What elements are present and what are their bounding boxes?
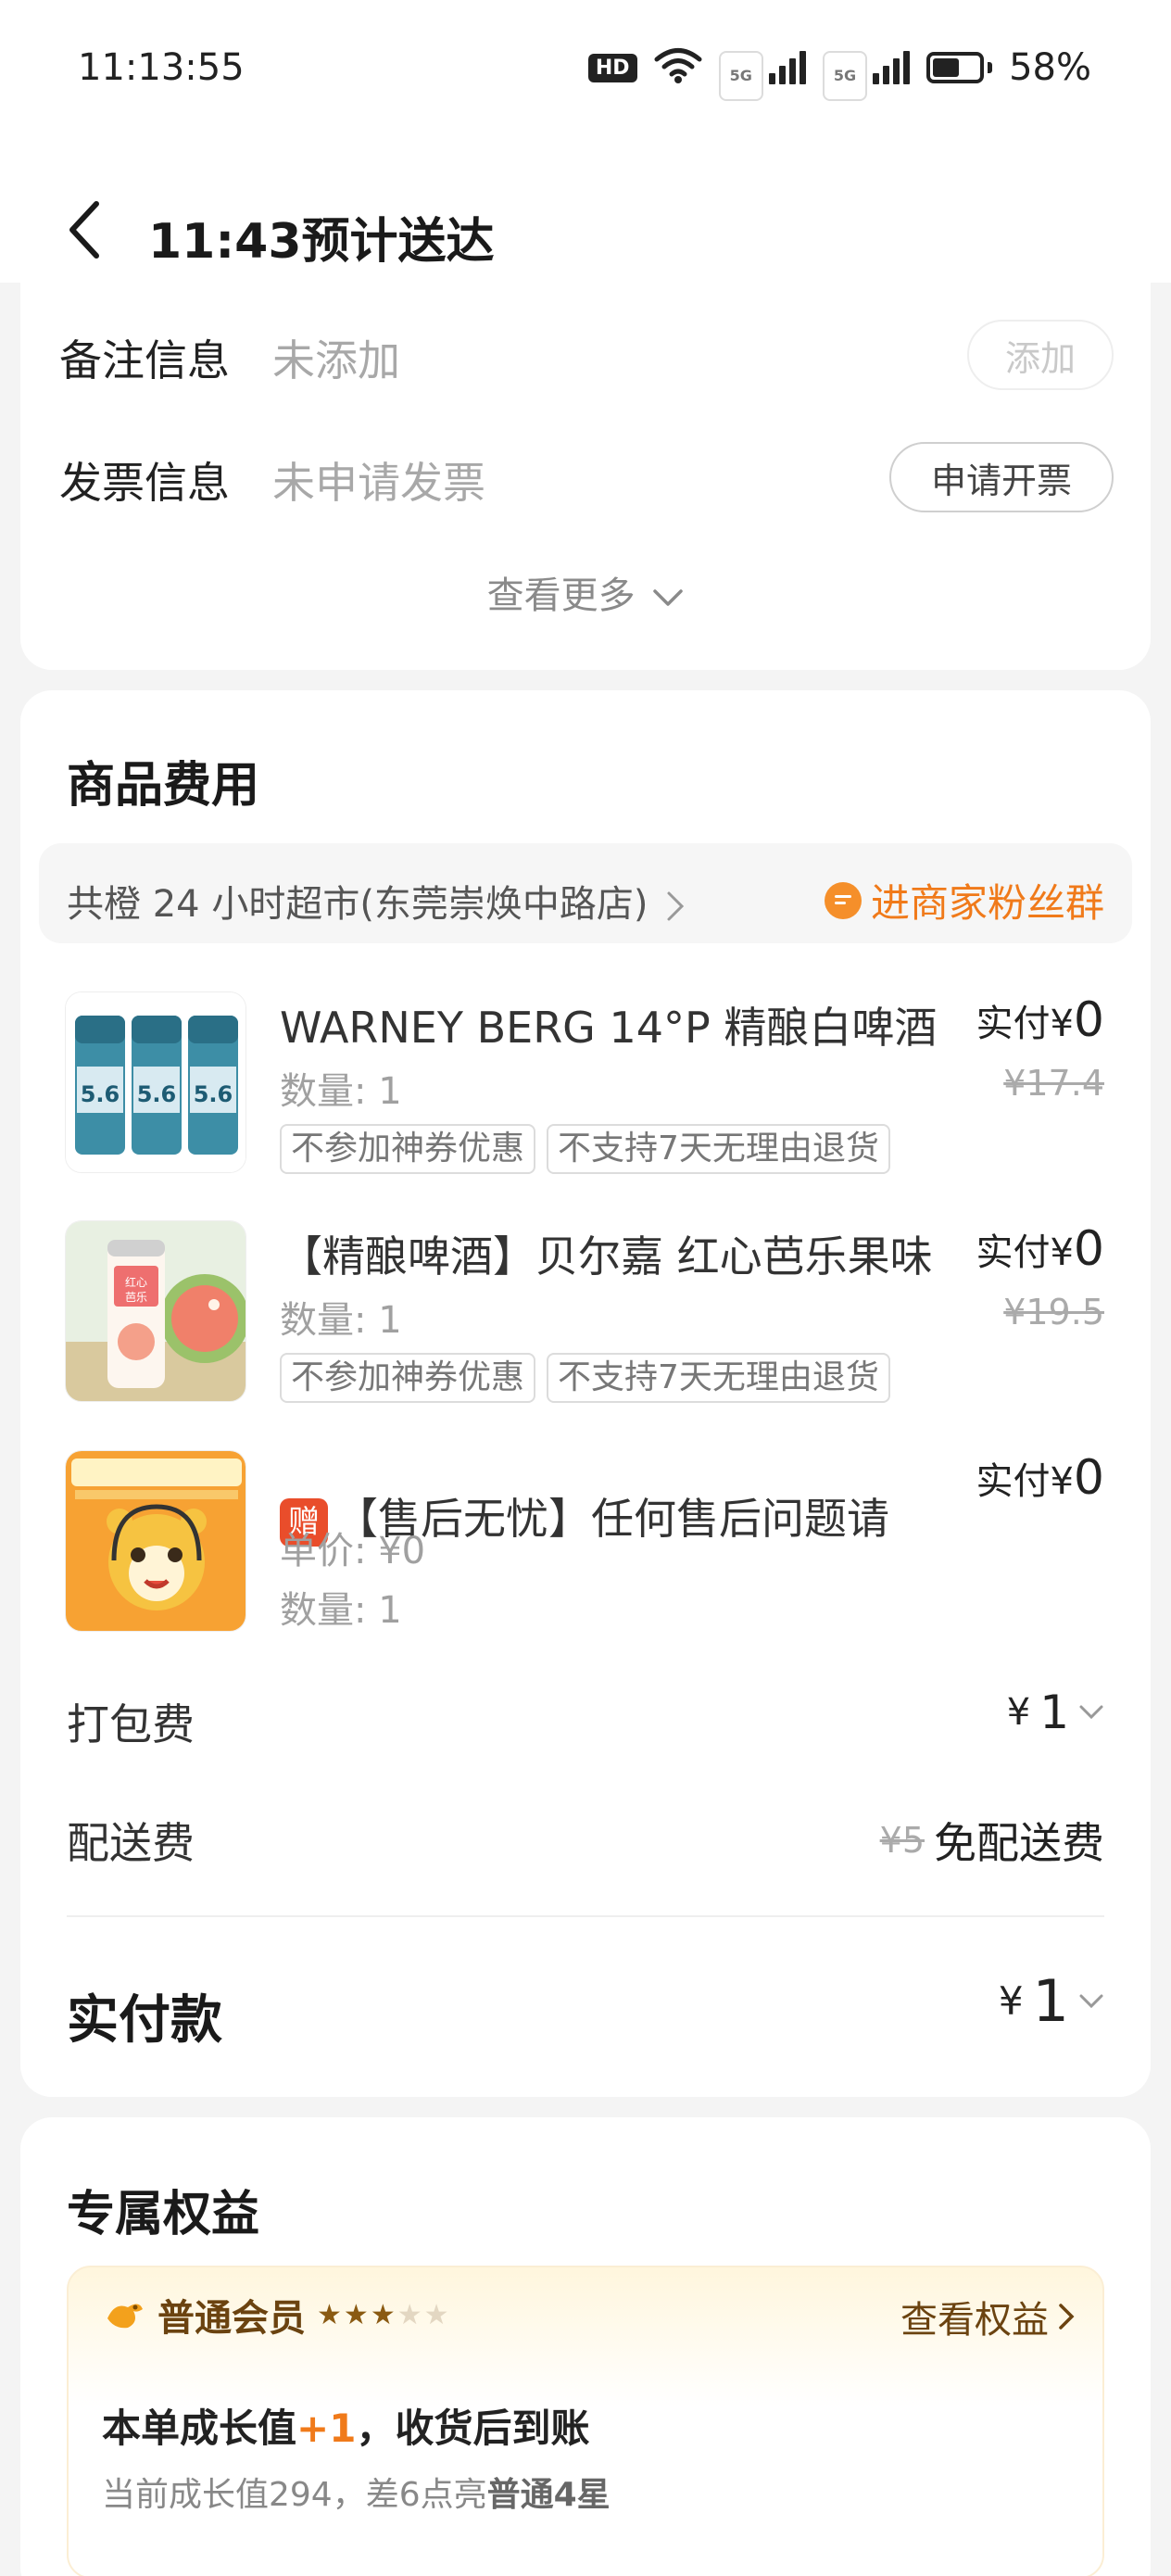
current-growth-line: 当前成长值294，差6点亮普通4星 xyxy=(102,2476,611,2514)
product-qty: 数量: 1 xyxy=(280,1070,402,1113)
paid-amount: 实付¥0 xyxy=(976,1450,1104,1506)
delivery-free: 免配送费 xyxy=(934,1818,1104,1868)
add-remark-button[interactable]: 添加 xyxy=(967,320,1114,390)
delivery-fee-value: ¥5 免配送费 xyxy=(880,1810,1104,1871)
order-info-card: 备注信息 未添加 添加 发票信息 未申请发票 申请开票 查看更多 xyxy=(20,283,1151,670)
divider xyxy=(67,1915,1104,1917)
star-icon: ★ xyxy=(397,2298,422,2331)
remark-value: 未添加 xyxy=(272,335,400,385)
battery-icon xyxy=(926,52,993,83)
star-icon: ★ xyxy=(423,2298,449,2331)
see-more-button[interactable]: 查看更多 xyxy=(20,565,1151,619)
star-icon: ★ xyxy=(370,2298,396,2331)
star-icon: ★ xyxy=(317,2298,342,2331)
benefits-card: 专属权益 普通会员 ★ ★ ★ ★ ★ 查看权益 本单成长值+1，收货后到账 当前成长值… xyxy=(20,2117,1151,2576)
fans-group-button[interactable]: 进商家粉丝群 xyxy=(824,872,1104,928)
chevron-right-icon xyxy=(667,891,685,921)
product-tags: 不参加神券优惠 不支持7天无理由退货 xyxy=(280,1124,890,1174)
growth-line: 本单成长值+1，收货后到账 xyxy=(102,2406,590,2451)
see-more-label: 查看更多 xyxy=(486,575,636,617)
chat-bubble-icon xyxy=(824,881,862,919)
member-level-row: 普通会员 ★ ★ ★ ★ ★ xyxy=(102,2288,449,2342)
product-name[interactable]: 【精酿啤酒】贝尔嘉 红心芭乐果味 xyxy=(280,1223,933,1284)
shop-link[interactable]: 共橙 24 小时超市(东莞崇焕中路店) xyxy=(67,874,686,928)
paid-amount: 实付¥0 xyxy=(976,1221,1104,1277)
hd-icon: HD xyxy=(587,53,637,82)
product-name[interactable]: WARNEY BERG 14°P 精酿白啤酒 xyxy=(280,994,937,1055)
goods-cost-card: 商品费用 共橙 24 小时超市(东莞崇焕中路店) 进商家粉丝群 5.6 5.6 … xyxy=(20,690,1151,2097)
svg-text:5.6: 5.6 xyxy=(81,1081,120,1107)
packing-fee-value[interactable]: ¥1 xyxy=(1007,1686,1104,1739)
chevron-left-icon xyxy=(69,201,99,259)
svg-text:5.6: 5.6 xyxy=(137,1081,177,1107)
packing-fee-label: 打包费 xyxy=(67,1699,195,1749)
product-qty: 数量: 1 xyxy=(280,1299,402,1342)
battery-percent: 58% xyxy=(1009,46,1091,89)
remark-label: 备注信息 xyxy=(59,335,230,385)
tag-no-coupon: 不参加神券优惠 xyxy=(280,1353,536,1403)
page-title: 11:43预计送达 xyxy=(148,214,495,270)
section-title: 专属权益 xyxy=(67,2187,260,2242)
chevron-down-icon xyxy=(1079,1994,1103,2008)
kangaroo-icon xyxy=(107,2304,143,2329)
view-benefits-link[interactable]: 查看权益 xyxy=(900,2290,1075,2343)
total-label: 实付款 xyxy=(67,1990,222,2051)
member-level: 普通会员 xyxy=(157,2297,306,2340)
wifi-icon xyxy=(654,47,702,88)
chevron-down-icon xyxy=(1079,1705,1103,1720)
delivery-original: ¥5 xyxy=(879,1820,925,1861)
top-bar: 11:13:55 HD 5G 5G 58% 11:43预计送达 xyxy=(0,0,1171,283)
product-tags: 不参加神券优惠 不支持7天无理由退货 xyxy=(280,1353,890,1403)
gift-qty: 数量: 1 xyxy=(280,1589,402,1632)
chevron-right-icon xyxy=(1059,2304,1075,2330)
original-price: ¥17.4 xyxy=(1003,1063,1104,1104)
member-stars: ★ ★ ★ ★ ★ xyxy=(317,2299,449,2331)
total-value[interactable]: ¥1 xyxy=(999,1967,1104,2035)
svg-text:芭乐: 芭乐 xyxy=(125,1291,147,1304)
section-title: 商品费用 xyxy=(67,758,260,814)
star-icon: ★ xyxy=(343,2298,369,2331)
paid-amount: 实付¥0 xyxy=(976,992,1104,1048)
tag-no-return: 不支持7天无理由退货 xyxy=(547,1353,890,1403)
tag-no-return: 不支持7天无理由退货 xyxy=(547,1124,890,1174)
original-price: ¥19.5 xyxy=(1003,1292,1104,1332)
invoice-label: 发票信息 xyxy=(59,458,230,508)
member-benefit-box[interactable]: 普通会员 ★ ★ ★ ★ ★ 查看权益 本单成长值+1，收货后到账 当前成长值294，差… xyxy=(67,2266,1104,2576)
svg-text:5.6: 5.6 xyxy=(194,1081,233,1107)
delivery-fee-label: 配送费 xyxy=(67,1818,195,1868)
signal-icon-1: 5G xyxy=(718,51,806,101)
status-time: 11:13:55 xyxy=(78,46,245,89)
product-image-guava-beer[interactable]: 红心 芭乐 xyxy=(65,1220,246,1402)
view-benefits-label: 查看权益 xyxy=(900,2299,1049,2342)
back-button[interactable] xyxy=(57,195,109,265)
gift-image-tiger[interactable] xyxy=(65,1450,246,1632)
chevron-down-icon xyxy=(653,589,684,606)
shop-name: 共橙 24 小时超市(东莞崇焕中路店) xyxy=(67,883,648,926)
fans-group-label: 进商家粉丝群 xyxy=(870,880,1104,926)
invoice-value: 未申请发票 xyxy=(272,458,485,508)
product-image-beer[interactable]: 5.6 5.6 5.6 xyxy=(65,991,246,1173)
status-icons: HD 5G 5G 58% xyxy=(587,46,1091,101)
signal-icon-2: 5G xyxy=(822,51,911,101)
tag-no-coupon: 不参加神券优惠 xyxy=(280,1124,536,1174)
gift-unit-price: 单价: ¥0 xyxy=(280,1530,426,1572)
svg-text:红心: 红心 xyxy=(125,1275,147,1289)
apply-invoice-button[interactable]: 申请开票 xyxy=(889,442,1114,512)
